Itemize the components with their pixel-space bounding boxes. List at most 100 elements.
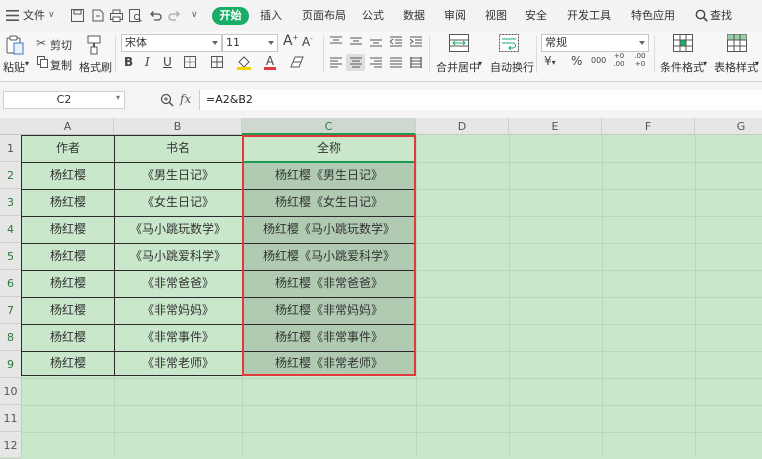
customize-toolbar-chevron-icon[interactable]: ∨ xyxy=(191,0,198,31)
undo-icon[interactable] xyxy=(149,9,162,22)
align-top-icon[interactable] xyxy=(330,36,342,47)
align-middle-icon[interactable] xyxy=(350,36,362,47)
distributed-align-icon[interactable] xyxy=(410,57,422,68)
conditional-format-button[interactable]: 条件格式 xyxy=(660,59,704,75)
print-icon[interactable] xyxy=(110,9,123,22)
zoom-icon[interactable] xyxy=(160,93,174,107)
decrease-decimal-button[interactable]: .00 +0 xyxy=(632,52,648,68)
column-header-d[interactable]: D xyxy=(416,118,509,135)
format-painter-button[interactable]: 格式刷 xyxy=(79,59,112,75)
column-header-c[interactable]: C xyxy=(242,118,416,135)
bold-button[interactable]: B xyxy=(124,55,133,69)
row-header-10[interactable]: 10 xyxy=(0,378,21,405)
tab-security[interactable]: 安全 xyxy=(525,0,547,31)
currency-format-icon[interactable]: ¥▾ xyxy=(544,54,556,68)
cell-border-icon[interactable] xyxy=(211,56,223,68)
align-right-icon[interactable] xyxy=(370,57,382,68)
hamburger-menu-icon[interactable] xyxy=(6,10,19,21)
border-icon[interactable] xyxy=(184,56,196,68)
cell-a7[interactable]: 杨红樱 xyxy=(22,297,114,324)
row-header-8[interactable]: 8 xyxy=(0,324,21,351)
fx-icon[interactable]: fx xyxy=(180,92,191,106)
row-header-5[interactable]: 5 xyxy=(0,243,21,270)
copy-icon[interactable] xyxy=(37,56,48,68)
format-painter-icon[interactable] xyxy=(85,35,103,55)
cell-a9[interactable]: 杨红樱 xyxy=(22,350,114,377)
cut-button[interactable]: 剪切 xyxy=(50,37,72,53)
row-header-11[interactable]: 11 xyxy=(0,405,21,432)
search-label[interactable]: 查找 xyxy=(710,0,732,31)
cell-a1[interactable]: 作者 xyxy=(22,135,114,162)
wrap-text-icon[interactable] xyxy=(499,34,519,52)
row-header-2[interactable]: 2 xyxy=(0,162,21,189)
number-format-select[interactable]: 常规 xyxy=(541,34,649,52)
row-header-7[interactable]: 7 xyxy=(0,297,21,324)
cell-b3[interactable]: 《女生日记》 xyxy=(114,189,242,216)
font-name-select[interactable]: 宋体 xyxy=(121,34,222,52)
tab-data[interactable]: 数据 xyxy=(403,0,425,31)
tab-page-layout[interactable]: 页面布局 xyxy=(302,0,346,31)
row-header-6[interactable]: 6 xyxy=(0,270,21,297)
align-left-icon[interactable] xyxy=(330,57,342,68)
cut-icon[interactable]: ✂ xyxy=(36,36,46,50)
row-header-4[interactable]: 4 xyxy=(0,216,21,243)
formula-input[interactable]: =A2&B2 xyxy=(199,90,762,110)
paste-icon[interactable] xyxy=(5,35,25,55)
percent-button[interactable]: % xyxy=(571,54,582,68)
merge-center-icon[interactable] xyxy=(449,34,469,52)
merge-center-chevron-icon[interactable]: ▾ xyxy=(478,59,482,68)
justify-icon[interactable] xyxy=(390,57,402,68)
tab-view[interactable]: 视图 xyxy=(485,0,507,31)
cell-b9[interactable]: 《非常老师》 xyxy=(114,350,242,377)
row-header-1[interactable]: 1 xyxy=(0,135,21,162)
paste-button[interactable]: 粘贴 xyxy=(3,59,25,75)
cell-b8[interactable]: 《非常事件》 xyxy=(114,324,242,351)
cell-a8[interactable]: 杨红樱 xyxy=(22,324,114,351)
file-menu[interactable]: 文件 xyxy=(23,0,45,31)
tab-review[interactable]: 审阅 xyxy=(444,0,466,31)
search-icon[interactable] xyxy=(695,9,708,22)
cell-b6[interactable]: 《非常爸爸》 xyxy=(114,270,242,297)
decrease-indent-icon[interactable] xyxy=(390,36,402,47)
cell-b1[interactable]: 书名 xyxy=(114,135,242,162)
table-style-chevron-icon[interactable]: ▾ xyxy=(755,59,759,68)
increase-font-size-icon[interactable]: A+ xyxy=(283,33,298,49)
cell-a2[interactable]: 杨红樱 xyxy=(22,162,114,189)
tab-insert[interactable]: 插入 xyxy=(260,0,282,31)
conditional-format-chevron-icon[interactable]: ▾ xyxy=(703,59,707,68)
tab-special-apps[interactable]: 特色应用 xyxy=(631,0,675,31)
row-header-12[interactable]: 12 xyxy=(0,432,21,459)
font-color-icon[interactable]: A xyxy=(263,54,277,70)
file-menu-chevron-icon[interactable]: ∨ xyxy=(48,0,55,31)
name-box[interactable]: C2 xyxy=(3,91,125,109)
wrap-text-button[interactable]: 自动换行 xyxy=(490,59,534,75)
clear-format-icon[interactable] xyxy=(290,56,304,68)
column-header-f[interactable]: F xyxy=(602,118,695,135)
thousands-separator-button[interactable]: 000 xyxy=(591,56,606,65)
name-box-chevron-icon[interactable]: ▾ xyxy=(116,93,120,102)
column-header-b[interactable]: B xyxy=(114,118,242,135)
tab-developer[interactable]: 开发工具 xyxy=(567,0,611,31)
export-pdf-icon[interactable] xyxy=(91,9,104,22)
table-style-button[interactable]: 表格样式 xyxy=(714,59,758,75)
row-header-9[interactable]: 9 xyxy=(0,351,21,378)
tab-start[interactable]: 开始 xyxy=(212,7,249,25)
font-size-select[interactable]: 11 xyxy=(222,34,278,52)
cell-b5[interactable]: 《马小跳爱科学》 xyxy=(114,243,242,270)
print-preview-icon[interactable] xyxy=(129,9,142,22)
copy-button[interactable]: 复制 xyxy=(50,57,72,73)
cell-b4[interactable]: 《马小跳玩数学》 xyxy=(114,216,242,243)
conditional-format-icon[interactable] xyxy=(673,34,693,52)
redo-icon[interactable] xyxy=(168,9,181,22)
align-bottom-icon[interactable] xyxy=(370,36,382,47)
merge-center-button[interactable]: 合并居中 xyxy=(436,59,480,75)
cell-a6[interactable]: 杨红樱 xyxy=(22,270,114,297)
table-style-icon[interactable] xyxy=(727,34,747,52)
fill-color-icon[interactable] xyxy=(236,54,252,70)
row-header-3[interactable]: 3 xyxy=(0,189,21,216)
italic-button[interactable]: I xyxy=(145,55,150,69)
cell-a5[interactable]: 杨红樱 xyxy=(22,243,114,270)
cell-b2[interactable]: 《男生日记》 xyxy=(114,162,242,189)
column-header-e[interactable]: E xyxy=(509,118,602,135)
align-center-icon[interactable] xyxy=(350,57,362,68)
